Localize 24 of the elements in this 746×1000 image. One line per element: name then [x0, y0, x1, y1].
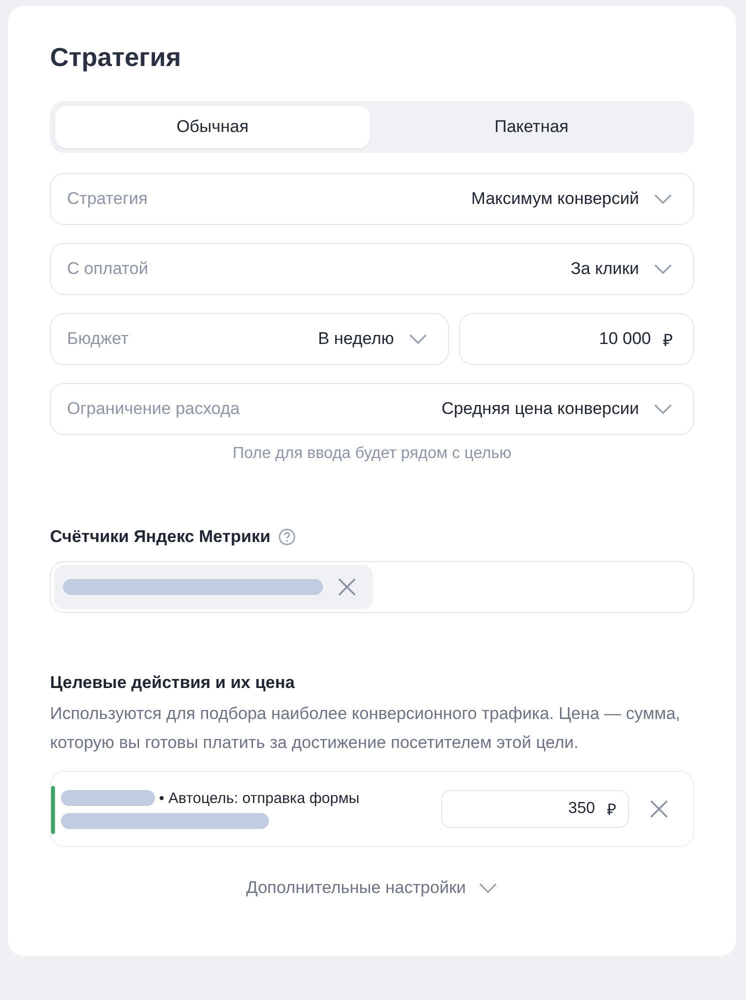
- price-field[interactable]: 350 ₽: [441, 790, 629, 828]
- counter-field[interactable]: [50, 561, 694, 613]
- chevron-down-icon: [408, 333, 428, 345]
- tab[interactable]: Пакетная: [374, 106, 689, 148]
- chevron-down-icon: [653, 403, 673, 415]
- close-icon[interactable]: [649, 799, 669, 819]
- close-icon[interactable]: [337, 577, 357, 597]
- section-title: Стратегия: [50, 42, 182, 73]
- chevron-down-icon: [653, 193, 673, 205]
- select-field[interactable]: Бюджет В неделю: [50, 313, 449, 365]
- section-subtitle: Целевые действия и их цена: [50, 673, 296, 693]
- select-field[interactable]: С оплатой За клики: [50, 243, 694, 295]
- chevron-down-icon: [653, 263, 673, 275]
- more-settings-toggle[interactable]: Дополнительные настройки: [240, 877, 504, 899]
- hint-text: Поле для ввода будет рядом с целью: [232, 445, 512, 463]
- chevron-down-icon: [478, 882, 498, 894]
- tab[interactable]: Обычная: [55, 106, 370, 148]
- select-field[interactable]: Ограничение расхода Средняя цена конверсии: [50, 383, 694, 435]
- amount-field[interactable]: 10 000 ₽: [459, 313, 694, 365]
- description-text: Используются для подбора наиболее конверсионного трафика. Цена — сумма, которую вы готовы платить за достижение посетителем этой цели.: [50, 703, 682, 754]
- field-label: Счётчики Яндекс Метрики: [50, 527, 270, 547]
- goal-name: • Автоцель: отправка формы: [159, 790, 360, 806]
- select-field[interactable]: Стратегия Максимум конверсий: [50, 173, 694, 225]
- help-icon[interactable]: [278, 528, 296, 546]
